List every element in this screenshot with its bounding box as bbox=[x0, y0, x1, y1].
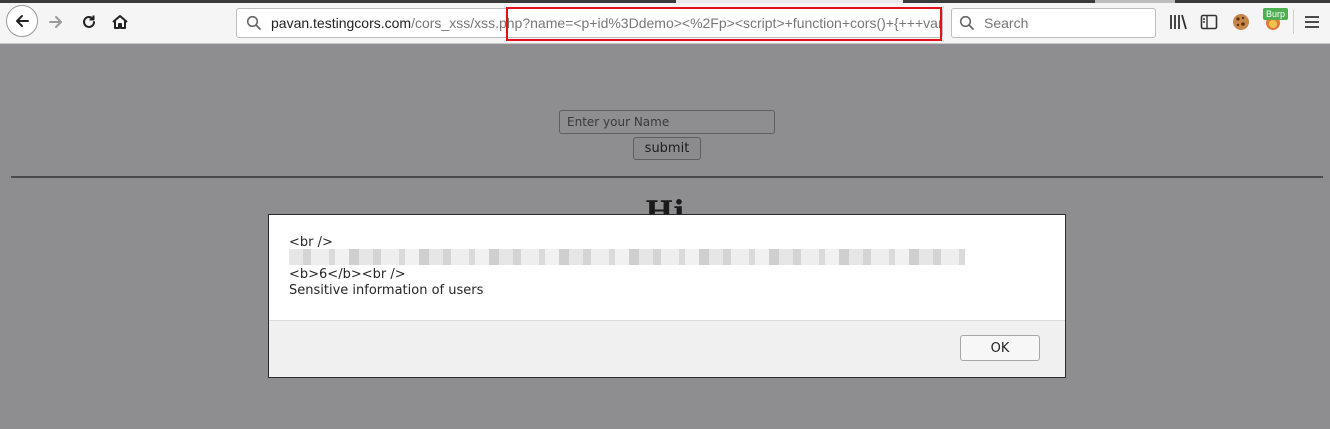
alert-dialog: <br /> <b>6</b><br /> Sensitive informat… bbox=[268, 214, 1066, 378]
url-host: pavan.testingcors.com bbox=[271, 15, 412, 31]
hamburger-menu-icon[interactable] bbox=[1301, 11, 1323, 33]
burp-badge: Burp bbox=[1263, 8, 1289, 20]
tab-strip bbox=[0, 0, 1330, 3]
search-icon bbox=[952, 15, 982, 31]
reload-button[interactable] bbox=[75, 8, 103, 36]
reload-icon bbox=[83, 15, 95, 28]
home-button[interactable] bbox=[106, 8, 134, 36]
page-divider bbox=[11, 176, 1323, 178]
url-highlight-box bbox=[506, 7, 942, 41]
ok-button[interactable]: OK bbox=[960, 335, 1040, 361]
alert-line: Sensitive information of users bbox=[289, 283, 484, 298]
search-icon bbox=[237, 15, 271, 31]
submit-button[interactable]: submit bbox=[633, 137, 701, 160]
sidebar-icon[interactable] bbox=[1198, 11, 1220, 33]
alert-line: <b>6</b><br /> bbox=[289, 267, 406, 282]
alert-footer: OK bbox=[269, 320, 1065, 377]
forward-button[interactable] bbox=[42, 8, 70, 36]
alert-message: <br /> <b>6</b><br /> Sensitive informat… bbox=[269, 215, 1065, 320]
redacted-content bbox=[289, 249, 965, 265]
arrow-left-icon bbox=[16, 15, 29, 27]
cookie-extension-icon[interactable] bbox=[1230, 11, 1252, 33]
search-bar[interactable] bbox=[951, 8, 1156, 38]
home-icon bbox=[112, 15, 128, 29]
toolbar-separator bbox=[1293, 10, 1294, 34]
name-input[interactable] bbox=[559, 110, 775, 134]
library-icon[interactable] bbox=[1167, 11, 1189, 33]
arrow-right-icon bbox=[49, 16, 62, 28]
browser-toolbar: pavan.testingcors.com/cors_xss/xss.php?n… bbox=[0, 0, 1330, 44]
back-button[interactable] bbox=[6, 5, 38, 37]
alert-line: <br /> bbox=[289, 235, 333, 250]
search-input[interactable] bbox=[982, 14, 1146, 32]
